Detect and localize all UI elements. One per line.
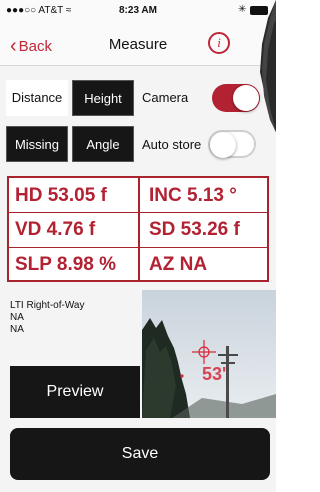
auto-store-toggle-knob [210, 132, 236, 158]
preview-button[interactable]: Preview [10, 366, 140, 418]
auto-store-toggle[interactable] [208, 130, 256, 158]
photo-distance-overlay: 53' [202, 364, 227, 384]
status-bar: ●●●○○ AT&T ≈ 8:23 AM ✳ [0, 0, 276, 22]
inc-reading: INC 5.13 ° [149, 185, 237, 206]
info-icon[interactable]: i [208, 32, 230, 54]
page-title: Measure [108, 36, 168, 53]
slp-reading: SLP 8.98 % [15, 254, 117, 275]
camera-toggle-knob [233, 85, 259, 111]
readings-table: HD 53.05 f INC 5.13 ° VD 4.76 f SD 53.26… [7, 176, 269, 282]
photo-scene [142, 290, 276, 418]
table-divider [138, 178, 140, 280]
save-button[interactable]: Save [10, 428, 270, 480]
camera-photo[interactable]: 53' [142, 290, 276, 418]
clock-label: 8:23 AM [119, 5, 157, 16]
navigation-bar: ‹ Back Measure i [0, 22, 276, 66]
distance-button[interactable]: Distance [6, 80, 68, 116]
sd-reading: SD 53.26 f [149, 219, 240, 240]
details-line: LTI Right-of-Way [10, 300, 85, 311]
height-button[interactable]: Height [72, 80, 134, 116]
hd-reading: HD 53.05 f [15, 185, 107, 206]
bluetooth-icon: ✳ [238, 4, 247, 15]
camera-label: Camera [142, 90, 189, 105]
angle-button[interactable]: Angle [72, 126, 134, 162]
details-line: NA [10, 312, 24, 323]
az-reading: AZ NA [149, 254, 208, 275]
battery-icon [250, 6, 268, 15]
auto-store-label: Auto store [142, 137, 202, 152]
details-line: NA [10, 324, 24, 335]
missing-button[interactable]: Missing [6, 126, 68, 162]
details-text: LTI Right-of-Way NA NA [10, 300, 84, 336]
camera-toggle[interactable] [212, 84, 260, 112]
vd-reading: VD 4.76 f [15, 219, 96, 240]
phone-screen: ●●●○○ AT&T ≈ 8:23 AM ✳ ‹ Back Measure i D… [0, 0, 276, 492]
